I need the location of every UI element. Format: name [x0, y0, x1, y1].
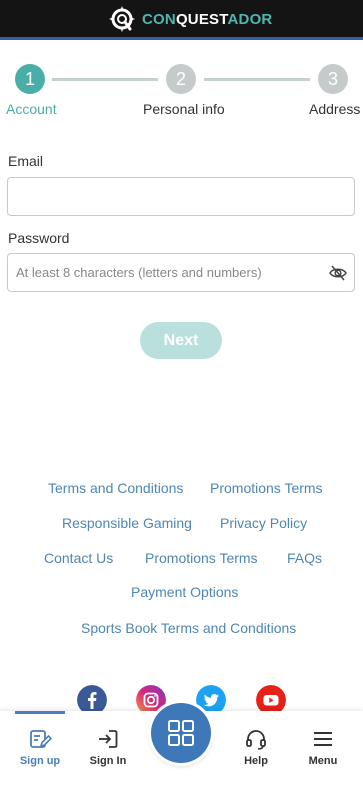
compass-logo-icon — [109, 6, 135, 32]
step-connector-2 — [204, 78, 310, 81]
brand-wordmark-part3: ADOR — [227, 10, 273, 28]
step-1-circle: 1 — [15, 64, 45, 94]
nav-help-label: Help — [244, 755, 268, 767]
password-field[interactable] — [8, 254, 354, 291]
footer-link-faqs[interactable]: FAQs — [287, 550, 322, 566]
footer-link-terms[interactable]: Terms and Conditions — [48, 480, 183, 496]
nav-menu[interactable]: Menu — [293, 727, 353, 767]
password-field-wrapper — [7, 253, 355, 292]
center-grid-button[interactable] — [151, 703, 211, 763]
email-field-wrapper — [7, 177, 355, 216]
brand-logo[interactable]: CONQUESTADOR — [108, 5, 272, 33]
email-field[interactable] — [8, 178, 354, 215]
next-button[interactable]: Next — [140, 322, 222, 359]
email-label: Email — [8, 153, 44, 169]
password-label: Password — [8, 230, 70, 246]
footer-link-contact-us[interactable]: Contact Us — [44, 550, 113, 566]
step-2-circle: 2 — [166, 64, 196, 94]
headset-icon — [246, 730, 266, 750]
sign-in-icon — [99, 730, 118, 748]
step-2-label: Personal info — [143, 101, 225, 117]
step-1-label: Account — [6, 101, 57, 117]
nav-menu-label: Menu — [308, 755, 338, 767]
nav-sign-up[interactable]: Sign up — [10, 727, 70, 767]
brand-wordmark-part1: CON — [142, 10, 176, 28]
brand-wordmark: CONQUESTADOR — [142, 11, 272, 28]
signup-stepper: 1 2 3 Account Personal info Address — [0, 62, 363, 122]
nav-sign-up-label: Sign up — [19, 755, 61, 767]
nav-sign-in-label: Sign In — [89, 755, 127, 767]
eye-slash-icon[interactable] — [328, 263, 348, 283]
footer-link-promotions-terms-2[interactable]: Promotions Terms — [145, 550, 258, 566]
grid-icon — [168, 720, 194, 746]
step-3-circle: 3 — [318, 64, 348, 94]
nav-sign-in[interactable]: Sign In — [78, 727, 138, 767]
step-connector-1 — [52, 78, 158, 81]
nav-help[interactable]: Help — [226, 727, 286, 767]
footer-link-payment-options[interactable]: Payment Options — [131, 584, 238, 600]
edit-form-icon — [30, 730, 52, 748]
brand-wordmark-part2: QUEST — [175, 10, 228, 28]
top-bar: CONQUESTADOR — [0, 0, 363, 40]
hamburger-menu-icon — [314, 732, 332, 746]
active-tab-indicator — [15, 711, 65, 714]
footer-link-responsible-gaming[interactable]: Responsible Gaming — [62, 515, 192, 531]
footer-link-sports-book-terms[interactable]: Sports Book Terms and Conditions — [81, 620, 296, 636]
footer-link-privacy-policy[interactable]: Privacy Policy — [220, 515, 307, 531]
footer-link-promotions-terms[interactable]: Promotions Terms — [210, 480, 323, 496]
step-3-label: Address — [309, 101, 361, 117]
